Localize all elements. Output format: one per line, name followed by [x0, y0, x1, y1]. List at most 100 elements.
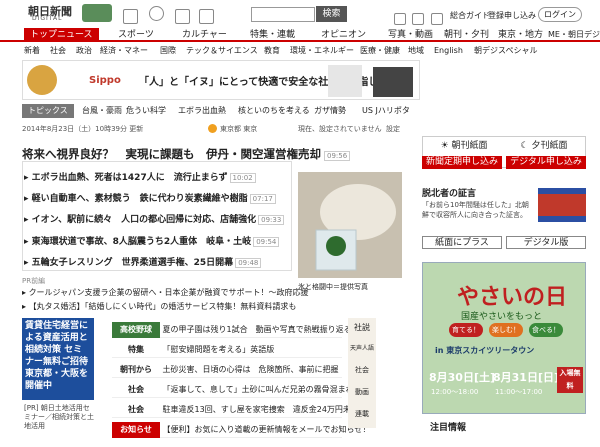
gplus-icon[interactable] [431, 8, 443, 27]
category-row[interactable]: 朝刊から 土砂災害、日頃の心得は 危険箇所、事前に把握 [112, 362, 342, 378]
settings-link[interactable]: 設定 [386, 124, 400, 134]
pr-item[interactable]: ▸ 【丸タス婚活】「結婚しにくい時代」の婚活サービス特集！無料資料請求も [22, 301, 296, 312]
feature-heading[interactable]: 脱北者の証言 [422, 186, 476, 199]
tab-sports[interactable]: スポーツ [118, 28, 154, 42]
tab-features[interactable]: 特集・連載 [250, 28, 295, 42]
tv-icon[interactable] [175, 6, 190, 25]
vegetable-day-ad[interactable]: やさいの日 国産やさいをもっと 育てる！ 楽しむ！ 食べる！ in 東京スカイツ… [422, 262, 586, 414]
location[interactable]: 東京都 東京 [220, 124, 257, 134]
main-nav: トップニュース スポーツ カルチャー 特集・連載 オピニオン 写真・動画 朝刊・… [0, 28, 600, 42]
news-photo[interactable] [298, 172, 402, 278]
topic-item[interactable]: 危うい科学 [126, 104, 166, 118]
plus-paper-button[interactable]: 紙面にプラス [422, 236, 502, 249]
header: 朝日新聞 DIGITAL 検索 総合ガイド 登録申し込み ログイン [0, 0, 600, 27]
news-item[interactable]: ▸ 東海環状道で事故、8人脳震うち2人重体 岐阜・土岐 09:54 [24, 234, 280, 247]
notice-heading: 注目情報 [430, 423, 467, 433]
tab-photo[interactable]: 写真・動画 [388, 28, 433, 42]
news-item[interactable]: ▸ エボラ出血熱、死者は1427人に 流行止まらず 10:02 [24, 170, 256, 183]
subnav-politics[interactable]: 政治 [76, 44, 92, 58]
category-row[interactable]: 高校野球 夏の甲子園は残り1試合 動画や写真で熱戦振り返る [112, 322, 352, 338]
headline-time: 09:56 [324, 151, 351, 161]
register-link[interactable]: 登録申し込み [488, 10, 536, 21]
search-input[interactable] [251, 7, 315, 22]
subnav-world[interactable]: 国際 [160, 44, 176, 58]
grid-icon[interactable] [123, 6, 138, 25]
tab-opinion[interactable]: オピニオン [321, 28, 366, 42]
veg-badge: 食べる！ [529, 323, 563, 337]
tab-local[interactable]: 東京・地方 [498, 28, 543, 42]
subnav-special[interactable]: 朝デジスペシャル [474, 44, 537, 58]
news-item[interactable]: ▸ イオン、駅前に続々 人口の都心回帰に対応、店舗強化 09:33 [24, 212, 285, 225]
tensei-link[interactable]: 天声人語 [348, 345, 376, 353]
crate-photo [373, 67, 413, 97]
dog-cat-icon [27, 65, 57, 95]
pr-item[interactable]: ▸ クールジャパン支援ラ企業の留研へ・日本企業が融資でサポート！～政府応援 [22, 287, 309, 298]
news-item[interactable]: ▸ 軽い自動車へ、素材競う 鉄に代わり炭素繊維や樹脂 07:17 [24, 191, 276, 204]
tab-culture[interactable]: カルチャー [182, 28, 227, 42]
category-row[interactable]: 特集 「慰安婦問題を考える」英語版 [112, 342, 342, 358]
morning-paper-link[interactable]: ☀ 朝刊紙面 [426, 140, 502, 154]
digital-edition-button[interactable]: デジタル版 [506, 236, 586, 249]
veg-date1: 8月30日[土] [429, 371, 496, 384]
editorial-link[interactable]: 社説 [348, 322, 376, 333]
headline-text: 将来へ視界良好？ 実現に課題も 伊丹・関空運営権売却 [22, 147, 321, 161]
subnav-latest[interactable]: 新着 [24, 44, 40, 58]
logo-sub: DIGITAL [32, 15, 63, 22]
feature-text[interactable]: 「お前ら10年間騒は任した」北朝鮮で収容所人に向き合った証言。 [422, 200, 532, 220]
sun-icon [208, 124, 217, 133]
category-row[interactable]: お知らせ 【便利】お気に入り道載の更新情報をメールでお知らせ！ [112, 422, 370, 438]
seminar-ad[interactable]: 賃貸住宅経営による資産活用と相続対策 セミナー無料ご招待 東京都・大阪を開催中 [22, 318, 94, 400]
facebook-icon[interactable] [412, 8, 424, 27]
delivery-button[interactable]: 新聞定期申し込み [422, 156, 502, 169]
subnav-english[interactable]: English [434, 44, 463, 58]
video-link[interactable]: 動画 [348, 387, 376, 397]
subnav-energy[interactable]: 環境・エネルギー [290, 44, 354, 58]
font-icon[interactable] [199, 6, 214, 25]
sippo-banner[interactable]: Sippo 「人」と「イヌ」にとって快適で安全な社会を目指して [22, 60, 420, 100]
weather-icon[interactable] [149, 6, 164, 21]
login-button[interactable]: ログイン [538, 7, 582, 22]
tab-me[interactable]: ME・朝日デジ [548, 28, 600, 42]
series-link[interactable]: 連載 [348, 409, 376, 419]
subnav-region[interactable]: 地域 [408, 44, 424, 58]
veg-date2: 8月31日[日] [493, 371, 560, 384]
topic-item[interactable]: エボラ出血熱 [178, 104, 226, 118]
tab-top[interactable]: トップニュース [24, 28, 99, 42]
twitter-icon[interactable] [394, 8, 406, 27]
veg-time1: 12:00～18:00 [431, 388, 479, 396]
site-logo[interactable]: 朝日新聞 DIGITAL [28, 3, 76, 23]
subnav-tech[interactable]: テック＆サイエンス [186, 44, 258, 58]
topic-item[interactable]: 核といのちを考える [238, 104, 310, 118]
forecast: 現在、設定されていません [298, 125, 382, 133]
news-item[interactable]: ▸ 五輪女子レスリング 世界柔道選手権、25日開幕 09:48 [24, 255, 262, 268]
subnav-education[interactable]: 教育 [264, 44, 280, 58]
topic-item[interactable]: US Jハリポタ [362, 104, 410, 118]
tab-paper[interactable]: 朝刊・夕刊 [444, 28, 489, 42]
society-link[interactable]: 社会 [348, 365, 376, 375]
subnav-society[interactable]: 社会 [50, 44, 66, 58]
topic-item[interactable]: 台風・豪雨 [82, 104, 122, 118]
category-row[interactable]: 社会 「返事して、息して」土砂に叫んだ兄弟の霧骨混まれる [112, 382, 362, 398]
digital-button[interactable]: デジタル申し込み [506, 156, 586, 169]
seminar-ad-caption[interactable]: [PR] 朝日土地活用セミナー／相続対策と土地活用 [24, 404, 96, 431]
search-button[interactable]: 検索 [316, 6, 347, 22]
dog-photo [328, 65, 362, 97]
topic-item[interactable]: ガザ情勢 [314, 104, 346, 118]
column-sidebar: 社説 天声人語 社会 動画 連載 [348, 318, 376, 428]
topics-heading: トピックス [22, 104, 74, 118]
top-headline[interactable]: 将来へ視界良好？ 実現に課題も 伊丹・関空運営権売却 09:56 [22, 146, 351, 162]
veg-time2: 11:00～17:00 [495, 388, 543, 396]
guide-link[interactable]: 総合ガイド [450, 10, 490, 21]
topics-bar: トピックス 台風・豪雨 危うい科学 エボラ出血熱 核といのちを考える ガザ情勢 … [22, 104, 420, 118]
veg-sub: 国産やさいをもっと [461, 312, 543, 322]
subnav-economy[interactable]: 経済・マネー [100, 44, 148, 58]
banner-brand: Sippo [89, 75, 121, 86]
subnav-health[interactable]: 医療・健康 [360, 44, 400, 58]
veg-free-badge: 入場無料 [557, 367, 583, 393]
category-row[interactable]: 社会 駐車違反13回、すし屋を家宅捜索 違反金24万円未納 [112, 402, 359, 418]
pr-label: PR前編 [22, 277, 46, 285]
veg-badge: 育てる！ [449, 323, 483, 337]
evening-paper-link[interactable]: ☾ 夕刊紙面 [506, 140, 582, 154]
veg-title: やさいの日 [457, 285, 568, 310]
veg-place: in 東京スカイツリータウン [435, 346, 535, 355]
